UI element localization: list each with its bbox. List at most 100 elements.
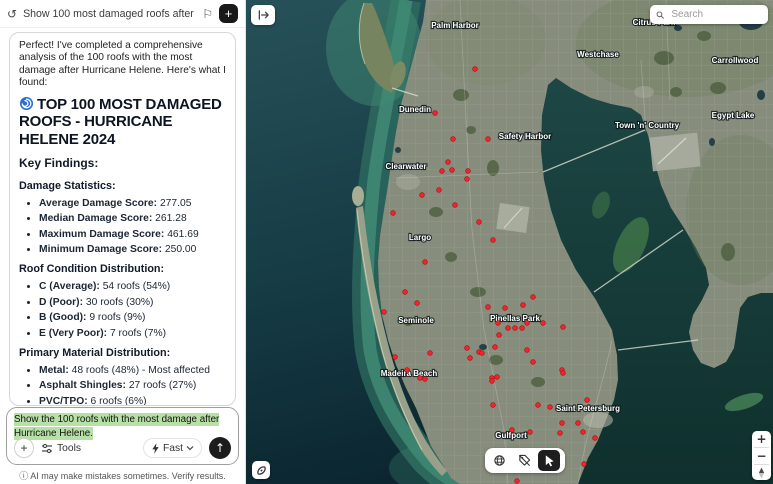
roof-damage-marker[interactable] <box>403 290 408 295</box>
roof-damage-marker[interactable] <box>576 421 581 426</box>
roof-damage-marker[interactable] <box>415 301 420 306</box>
up-arrow-icon: ↑ <box>215 441 225 455</box>
roof-damage-marker[interactable] <box>525 321 530 326</box>
roof-damage-marker[interactable] <box>451 137 456 142</box>
roof-damage-marker[interactable] <box>493 345 498 350</box>
roof-damage-marker[interactable] <box>393 355 398 360</box>
search-icon <box>656 10 664 20</box>
attach-button[interactable]: + <box>14 438 34 458</box>
roof-damage-marker[interactable] <box>420 193 425 198</box>
roof-damage-marker[interactable] <box>520 326 525 331</box>
roof-damage-marker[interactable] <box>405 368 410 373</box>
roof-damage-marker[interactable] <box>437 188 442 193</box>
new-chat-button[interactable]: + <box>219 4 238 23</box>
tools-button[interactable]: Tools <box>41 443 81 454</box>
map-toolbar <box>485 448 565 473</box>
roof-damage-marker[interactable] <box>465 346 470 351</box>
roof-damage-marker[interactable] <box>561 325 566 330</box>
roof-damage-marker[interactable] <box>528 430 533 435</box>
basemap-layers-button[interactable] <box>488 450 510 471</box>
roof-damage-marker[interactable] <box>561 371 566 376</box>
roof-damage-marker[interactable] <box>440 169 445 174</box>
roof-damage-marker[interactable] <box>503 306 508 311</box>
bullet-list: Average Damage Score: 277.05Median Damag… <box>19 199 226 256</box>
roof-damage-marker[interactable] <box>536 403 541 408</box>
roof-damage-marker[interactable] <box>525 348 530 353</box>
zoom-out-button[interactable]: − <box>752 448 771 464</box>
message-title-text: TOP 100 MOST DAMAGED ROOFS - HURRICANE H… <box>19 96 222 148</box>
roof-damage-marker[interactable] <box>473 67 478 72</box>
model-selector[interactable]: Fast <box>143 438 202 458</box>
roof-damage-marker[interactable] <box>465 177 470 182</box>
roof-damage-marker[interactable] <box>486 137 491 142</box>
zoom-in-button[interactable]: + <box>752 431 771 447</box>
roof-damage-marker[interactable] <box>513 326 518 331</box>
roof-damage-marker[interactable] <box>466 169 471 174</box>
roof-damage-marker[interactable] <box>497 333 502 338</box>
flag-icon[interactable]: ⚐ <box>202 7 213 21</box>
roof-damage-marker[interactable] <box>558 431 563 436</box>
map-container: Palm HarborCitrus ParkWestchaseCarrollwo… <box>246 0 773 484</box>
section-heading: Roof Condition Distribution: <box>19 263 226 275</box>
roof-damage-marker[interactable] <box>433 111 438 116</box>
roof-damage-marker[interactable] <box>582 462 587 467</box>
map-place-label: Seminole <box>398 316 434 325</box>
roof-damage-marker[interactable] <box>382 310 387 315</box>
history-icon[interactable]: ↺ <box>7 7 17 21</box>
roof-damage-marker[interactable] <box>446 160 451 165</box>
roof-damage-marker[interactable] <box>468 356 473 361</box>
roof-damage-marker[interactable] <box>418 376 423 381</box>
satellite-map-canvas[interactable]: Palm HarborCitrus ParkWestchaseCarrollwo… <box>246 0 773 484</box>
select-tool-button[interactable] <box>538 450 560 471</box>
roof-damage-marker[interactable] <box>560 421 565 426</box>
message-title: TOP 100 MOST DAMAGED ROOFS - HURRICANE H… <box>19 96 226 148</box>
map-search-box[interactable] <box>650 5 768 24</box>
roof-damage-marker[interactable] <box>581 430 586 435</box>
globe-layers-icon <box>493 454 506 467</box>
roof-damage-marker[interactable] <box>477 220 482 225</box>
roof-damage-marker[interactable] <box>506 326 511 331</box>
roof-damage-marker[interactable] <box>486 305 491 310</box>
roof-damage-marker[interactable] <box>423 377 428 382</box>
map-attribution-button[interactable] <box>252 461 270 479</box>
roof-damage-marker[interactable] <box>428 351 433 356</box>
chat-topbar: ↺ Show 100 most damaged roofs after Hurr… <box>0 0 245 28</box>
roof-damage-marker[interactable] <box>490 379 495 384</box>
labels-toggle-button[interactable] <box>513 450 535 471</box>
map-place-label: Palm Harbor <box>431 21 479 30</box>
roof-damage-marker[interactable] <box>541 321 546 326</box>
roof-damage-marker[interactable] <box>515 479 520 484</box>
roof-damage-marker[interactable] <box>450 168 455 173</box>
roof-damage-marker[interactable] <box>548 405 553 410</box>
bullet-item: Metal: 48 roofs (48%) - Most affected <box>39 366 226 377</box>
roof-damage-marker[interactable] <box>491 403 496 408</box>
roof-damage-marker[interactable] <box>391 211 396 216</box>
roof-damage-marker[interactable] <box>510 428 515 433</box>
map-place-label: Westchase <box>577 50 619 59</box>
roof-damage-marker[interactable] <box>531 360 536 365</box>
roof-damage-marker[interactable] <box>491 238 496 243</box>
roof-damage-marker[interactable] <box>531 295 536 300</box>
search-input[interactable] <box>669 8 762 21</box>
map-place-label: Safety Harbor <box>499 132 551 141</box>
roof-damage-marker[interactable] <box>423 260 428 265</box>
section-heading: Primary Material Distribution: <box>19 347 226 359</box>
zoom-controls: + − <box>752 431 771 480</box>
roof-damage-marker[interactable] <box>521 303 526 308</box>
roof-damage-marker[interactable] <box>453 203 458 208</box>
bullet-list: C (Average): 54 roofs (54%)D (Poor): 30 … <box>19 282 226 339</box>
model-label: Fast <box>163 443 183 454</box>
roof-damage-marker[interactable] <box>593 436 598 441</box>
roof-damage-marker[interactable] <box>585 398 590 403</box>
send-button[interactable]: ↑ <box>209 437 231 459</box>
expand-panel-icon <box>257 9 270 21</box>
composer[interactable]: Show the 100 roofs with the most damage … <box>6 407 239 465</box>
roof-damage-marker[interactable] <box>496 321 501 326</box>
sidebar-toggle-button[interactable] <box>251 5 275 25</box>
chevron-down-icon <box>186 445 194 451</box>
tag-off-icon <box>518 454 531 467</box>
map-place-label: Carrollwood <box>712 56 759 65</box>
roof-damage-marker[interactable] <box>495 375 500 380</box>
compass-button[interactable] <box>752 465 771 480</box>
roof-damage-marker[interactable] <box>480 351 485 356</box>
